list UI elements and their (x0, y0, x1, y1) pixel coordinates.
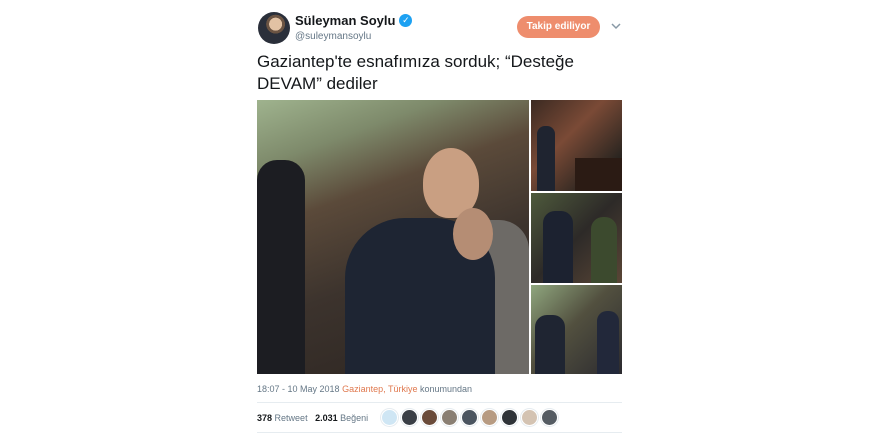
display-name[interactable]: Süleyman Soylu (295, 13, 395, 28)
retweet-count[interactable]: 378 (257, 413, 272, 423)
location-country-link[interactable]: Türkiye (388, 384, 418, 394)
thumbnail-1-figure (537, 126, 555, 191)
like-label[interactable]: Beğeni (340, 413, 368, 423)
tweet-card: Süleyman Soylu ✓ @suleymansoylu Takip ed… (244, 0, 636, 440)
thumbnail-2-figure-1 (543, 211, 573, 283)
divider-bottom (257, 432, 622, 433)
location-suffix: konumundan (419, 384, 473, 394)
like-count[interactable]: 2.031 (315, 413, 338, 423)
media-grid (257, 100, 622, 374)
photo-thumbnail-3[interactable] (531, 285, 622, 374)
following-button[interactable]: Takip ediliyor (517, 16, 600, 38)
tweet-timestamp[interactable]: 18:07 - 10 May 2018 (257, 384, 340, 394)
user-handle[interactable]: @suleymansoylu (295, 31, 371, 42)
liker-avatar[interactable] (401, 409, 418, 426)
location-city-link[interactable]: Gaziantep (342, 384, 383, 394)
divider-top (257, 402, 622, 403)
liker-avatar[interactable] (521, 409, 538, 426)
liker-avatar[interactable] (421, 409, 438, 426)
photo-main-figure-left (257, 160, 305, 374)
thumbnail-1-stall (575, 158, 622, 191)
liker-avatar[interactable] (501, 409, 518, 426)
liker-avatar[interactable] (541, 409, 558, 426)
photo-main-face-2 (453, 208, 493, 260)
thumbnail-3-figure-2 (597, 311, 619, 374)
tweet-text: Gaziantep'te esnafımıza sorduk; “Desteğe… (257, 52, 574, 93)
liker-avatar[interactable] (441, 409, 458, 426)
user-name-row[interactable]: Süleyman Soylu ✓ (295, 13, 413, 28)
verified-badge-icon: ✓ (399, 14, 413, 27)
tweet-meta: 18:07 - 10 May 2018 Gaziantep, Türkiye k… (257, 384, 472, 394)
liker-avatar[interactable] (381, 409, 398, 426)
thumbnail-2-figure-2 (591, 217, 617, 283)
thumbnail-3-figure-1 (535, 315, 565, 374)
avatar[interactable] (258, 12, 290, 44)
tweet-stats: 378 Retweet 2.031 Beğeni (257, 413, 368, 423)
liker-avatar[interactable] (481, 409, 498, 426)
chevron-down-icon[interactable] (610, 20, 622, 32)
liker-avatars (381, 409, 558, 426)
photo-thumbnail-2[interactable] (531, 193, 622, 283)
photo-main[interactable] (257, 100, 529, 374)
photo-thumbnail-1[interactable] (531, 100, 622, 191)
liker-avatar[interactable] (461, 409, 478, 426)
retweet-label[interactable]: Retweet (275, 413, 308, 423)
